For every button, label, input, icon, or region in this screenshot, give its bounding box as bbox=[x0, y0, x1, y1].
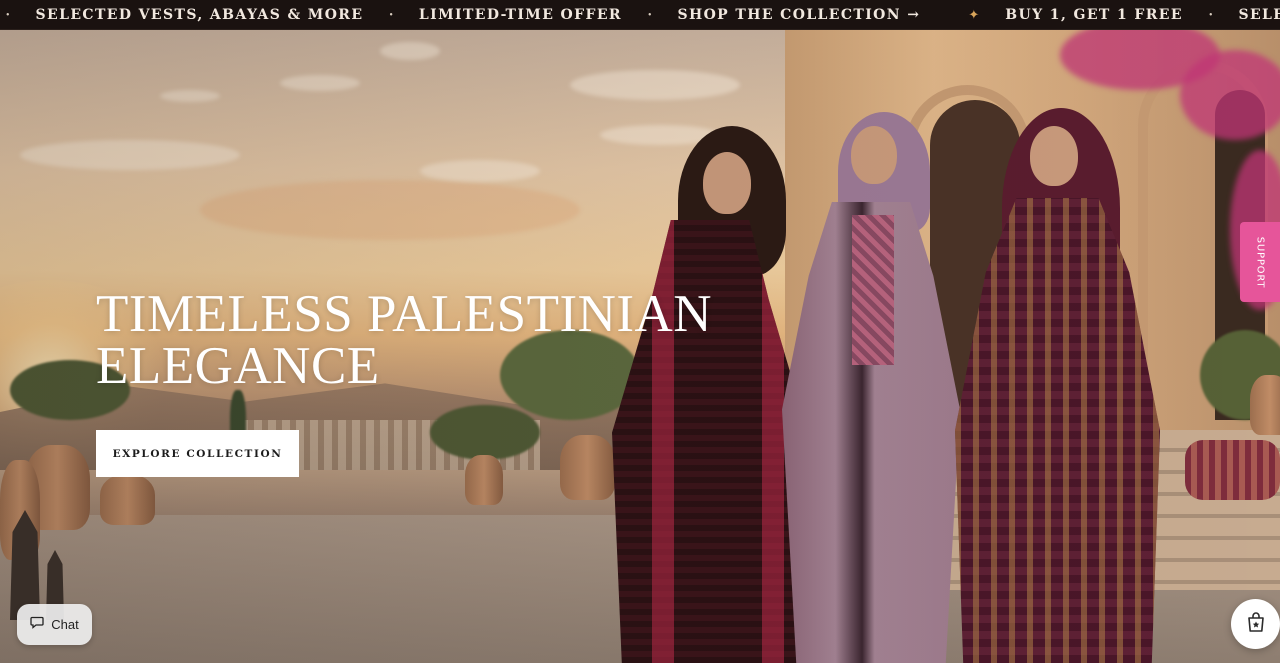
shopping-bag-icon bbox=[1244, 610, 1268, 639]
announcement-separator: • bbox=[6, 9, 10, 21]
chat-button[interactable]: Chat bbox=[17, 604, 92, 645]
announcement-item: LIMITED-TIME OFFER bbox=[418, 7, 622, 23]
announcement-separator: • bbox=[1208, 9, 1213, 21]
hero-title-line: TIMELESS PALESTINIAN bbox=[96, 285, 713, 343]
announcement-shop-link[interactable]: SHOP THE COLLECTION → bbox=[677, 7, 920, 23]
announcement-separator: • bbox=[647, 9, 652, 21]
support-tab[interactable]: SUPPORT bbox=[1240, 222, 1280, 302]
announcement-item: BUY 1, GET 1 FREE bbox=[1005, 7, 1183, 23]
hero-banner: TIMELESS PALESTINIAN ELEGANCE EXPLORE CO… bbox=[0, 30, 1280, 663]
announcement-bar: • SELECTED VESTS, ABAYAS & MORE • LIMITE… bbox=[0, 0, 1280, 30]
hero-title-line: ELEGANCE bbox=[96, 337, 380, 395]
star-icon: ✦ bbox=[968, 7, 980, 22]
chat-bubble-icon bbox=[30, 615, 44, 634]
support-tab-label: SUPPORT bbox=[1254, 236, 1266, 288]
announcement-separator: • bbox=[389, 9, 393, 21]
announcement-track: • SELECTED VESTS, ABAYAS & MORE • LIMITE… bbox=[0, 0, 1280, 29]
chat-label: Chat bbox=[51, 617, 79, 632]
announcement-item: SELECTED VESTS, ABAYAS & MORE bbox=[1238, 7, 1280, 23]
announcement-item: SELECTED VESTS, ABAYAS & MORE bbox=[35, 7, 364, 23]
hero-title: TIMELESS PALESTINIAN ELEGANCE bbox=[96, 285, 736, 395]
shop-bag-button[interactable] bbox=[1231, 599, 1280, 649]
explore-collection-button[interactable]: EXPLORE COLLECTION bbox=[96, 430, 299, 477]
